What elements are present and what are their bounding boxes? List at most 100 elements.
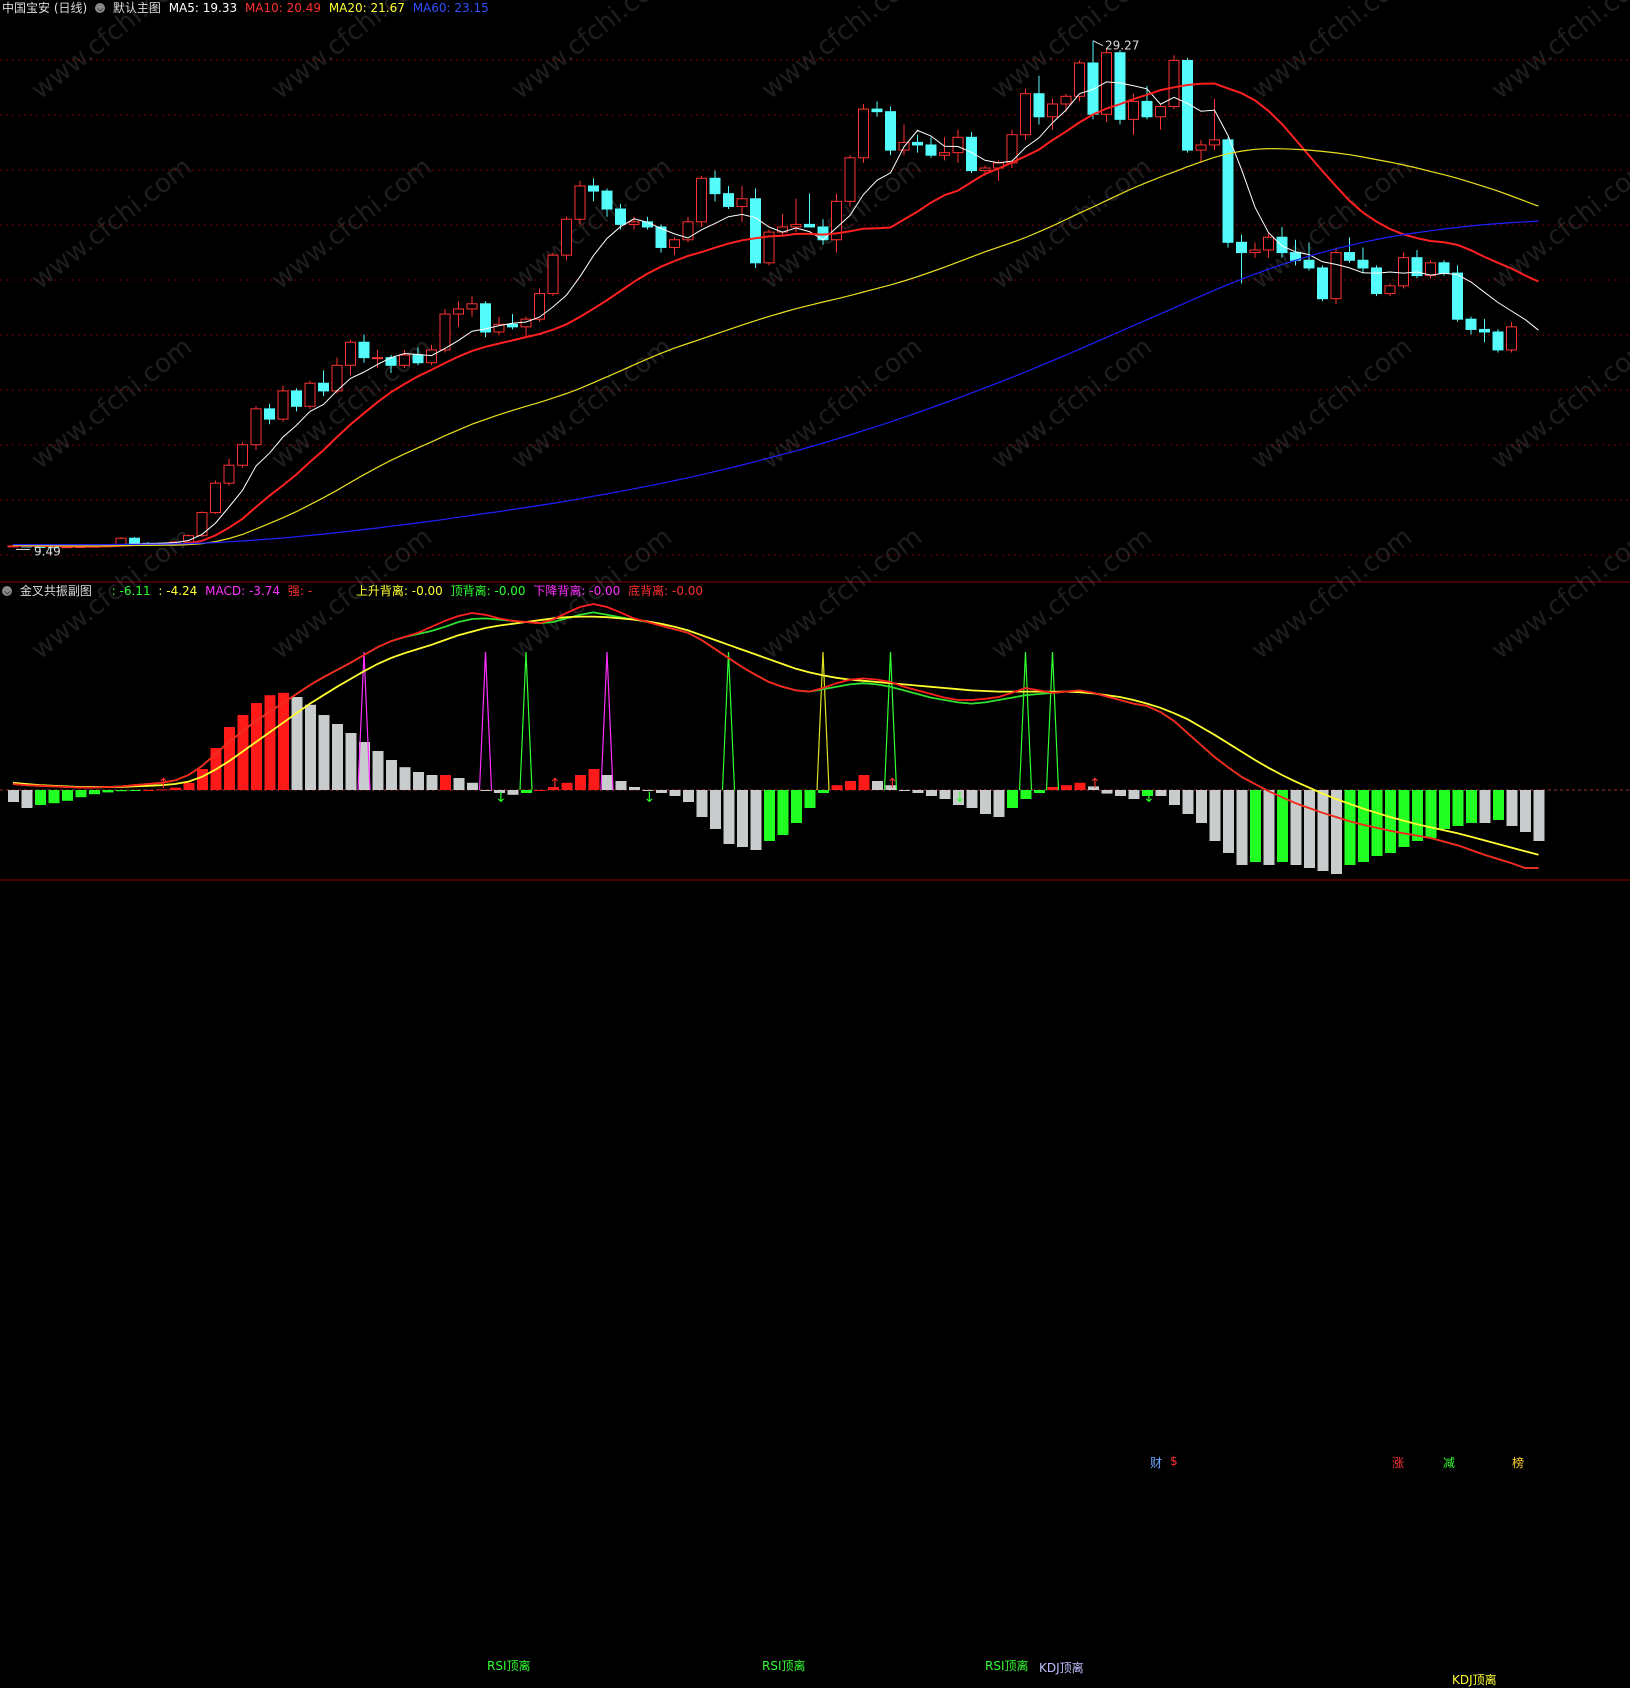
divergence-spikes: [357, 651, 1060, 791]
macd-bar: [534, 790, 546, 791]
macd-bar: [318, 715, 330, 790]
macd-bar: [993, 790, 1005, 817]
candle-up: [304, 382, 316, 407]
watermark-text: www.cfchi.com: [986, 332, 1158, 476]
macd-bar: [1520, 790, 1531, 832]
divergence-spike: [600, 651, 614, 791]
macd-bar: [1277, 790, 1288, 862]
macd-bar: [48, 790, 60, 804]
macd-bar: [629, 787, 640, 790]
macd-bar: [1263, 790, 1275, 865]
macd-bar: [1479, 790, 1491, 823]
high-price-label: 29.27: [1105, 39, 1139, 53]
macd-bar: [1506, 790, 1518, 826]
macd-bar: [386, 760, 397, 790]
strength-legend: 强: -: [287, 584, 313, 598]
candle-up: [952, 136, 964, 154]
candle-down: [1303, 259, 1315, 269]
fall-divergence-legend: 下降背离: -0.00: [533, 584, 621, 598]
candle-up: [372, 357, 383, 360]
watermark-text: www.cfchi.com: [756, 0, 928, 106]
candle-up: [1425, 262, 1436, 277]
watermark-text: www.cfchi.com: [26, 0, 198, 106]
ma5-legend: MA5: 19.33: [168, 1, 238, 15]
macd-bar: [1331, 790, 1342, 874]
candle-up: [210, 482, 221, 514]
candle-up: [561, 218, 572, 256]
macd-bar: [980, 790, 991, 814]
candle-down: [1141, 100, 1153, 118]
macd-bar: [237, 715, 249, 790]
candle-up: [1209, 139, 1220, 146]
top-divergence-legend: 顶背离: -0.00: [450, 584, 526, 598]
event-marker-finance[interactable]: 财: [1150, 1454, 1162, 1471]
candle-down: [1087, 62, 1099, 115]
event-marker-dividend[interactable]: $: [1170, 1454, 1178, 1468]
candle-up: [628, 221, 640, 225]
watermark-text: www.cfchi.com: [986, 152, 1158, 296]
ma60-legend: MA60: 23.15: [412, 1, 489, 15]
macd-bar: [561, 782, 573, 790]
event-marker-list[interactable]: 榜: [1512, 1454, 1524, 1471]
macd-bar: [1155, 790, 1167, 796]
macd-bar: [1439, 790, 1450, 829]
macd-bar: [1317, 790, 1329, 871]
watermark-text: www.cfchi.com: [1486, 522, 1630, 666]
divergence-spike: [1045, 651, 1060, 791]
macd-bar: [1020, 790, 1032, 799]
divergence-spike: [883, 651, 898, 791]
divergence-spike: [519, 651, 533, 791]
candle-up: [345, 341, 356, 366]
candle-up: [1155, 106, 1166, 118]
macd-bar: [831, 785, 843, 790]
macd-bar: [588, 769, 600, 790]
candle-down: [1033, 93, 1045, 118]
dropdown-icon[interactable]: [2, 586, 12, 596]
candle-down: [412, 354, 424, 364]
macd-bar: [1007, 790, 1018, 808]
macd-bar: [615, 781, 627, 790]
macd-bar: [818, 790, 829, 793]
watermark-text: www.cfchi.com: [506, 332, 678, 476]
event-marker-rise[interactable]: 涨: [1392, 1454, 1404, 1471]
macd-bar: [723, 790, 735, 844]
ma20-legend: MA20: 21.67: [328, 1, 405, 15]
macd-bar: [399, 767, 411, 790]
event-marker-reduce[interactable]: 减: [1443, 1454, 1455, 1471]
macd-bar: [116, 790, 127, 792]
candle-up: [844, 157, 856, 202]
sub-chart-header: 金叉共振副图 : -6.11 : -4.24 MACD: -3.74 强: - …: [2, 584, 707, 598]
macd-bar: [426, 775, 438, 790]
rsi-divergence-label: RSI顶离: [985, 1659, 1029, 1673]
dropdown-icon[interactable]: [95, 3, 106, 13]
candle-up: [453, 308, 464, 315]
chart-root: www.cfchi.com www.cfchi.com www.cfchi.com w…: [0, 0, 1630, 1687]
watermark-text: www.cfchi.com: [266, 152, 438, 296]
candle-down: [1452, 272, 1463, 320]
macd-bar: [35, 790, 46, 805]
candle-up: [858, 108, 869, 159]
macd-bar: [858, 775, 870, 790]
macd-bar: [170, 787, 181, 790]
stock-name[interactable]: 中国宝安 (日线): [2, 1, 87, 15]
candle-up: [574, 185, 586, 220]
macd-bar: [197, 769, 208, 790]
macd-bar: [345, 733, 357, 790]
template-name[interactable]: 默认主图: [113, 1, 161, 15]
sub-chart-title[interactable]: 金叉共振副图: [20, 584, 92, 598]
divergence-spike: [816, 651, 830, 791]
candle-down: [804, 223, 815, 228]
candle-down: [1317, 267, 1328, 300]
macd-bar: [440, 775, 451, 790]
candle-down: [1236, 241, 1247, 254]
chart-canvas[interactable]: www.cfchi.com www.cfchi.com www.cfchi.com w…: [0, 0, 1630, 883]
candle-up: [426, 349, 437, 364]
candle-down: [507, 323, 518, 328]
watermark-text: www.cfchi.com: [1486, 152, 1630, 296]
candle-down: [264, 408, 275, 420]
macd-bar: [602, 775, 613, 790]
candle-up: [979, 167, 991, 172]
divergence-spike: [1018, 651, 1033, 791]
watermark-text: www.cfchi.com: [756, 522, 928, 666]
dif-legend: : -6.11: [111, 584, 151, 598]
